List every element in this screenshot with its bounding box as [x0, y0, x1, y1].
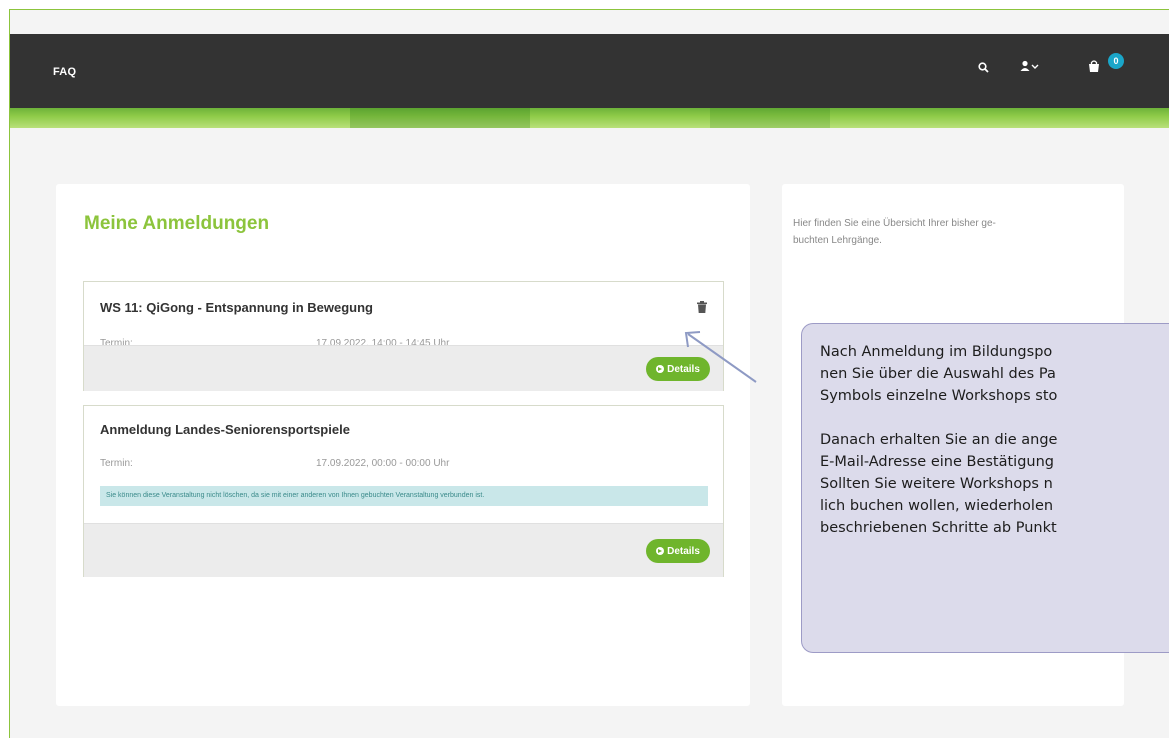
top-navigation-bar: [10, 34, 1169, 108]
search-icon[interactable]: [978, 62, 989, 76]
registration-card: Anmeldung Landes-Seniorensportspiele Ter…: [83, 405, 724, 577]
annotation-callout-text: Nach Anmeldung im Bildungspo nen Sie übe…: [820, 344, 1058, 536]
cart-count-badge: 0: [1108, 53, 1124, 69]
details-button-label: Details: [667, 545, 700, 557]
details-button[interactable]: Details: [646, 539, 710, 563]
sidebar-description: Hier finden Sie eine Übersicht Ihrer bis…: [793, 218, 996, 246]
trash-icon[interactable]: [697, 300, 707, 313]
arrow-circle-icon: [656, 547, 665, 555]
registration-card: WS 11: QiGong - Entspannung in Bewegung …: [83, 281, 724, 391]
term-date: 17.09.2022, 00:00 - 00:00 Uhr: [316, 458, 450, 469]
registration-title: WS 11: QiGong - Entspannung in Bewegung: [100, 300, 373, 315]
arrow-circle-icon: [656, 365, 665, 373]
annotation-arrow: [684, 331, 757, 383]
registration-title: Anmeldung Landes-Seniorensportspiele: [100, 422, 350, 437]
faq-link[interactable]: FAQ: [53, 66, 76, 78]
cart-icon[interactable]: [1087, 60, 1101, 76]
user-icon[interactable]: [1020, 60, 1040, 75]
decorative-green-banner: [10, 108, 1169, 128]
card-footer: Details: [84, 523, 723, 577]
term-label: Termin:: [100, 458, 133, 469]
card-footer: Details: [84, 345, 723, 391]
info-notice: Sie können diese Veranstaltung nicht lös…: [100, 486, 708, 506]
page-title: Meine Anmeldungen: [84, 213, 270, 234]
